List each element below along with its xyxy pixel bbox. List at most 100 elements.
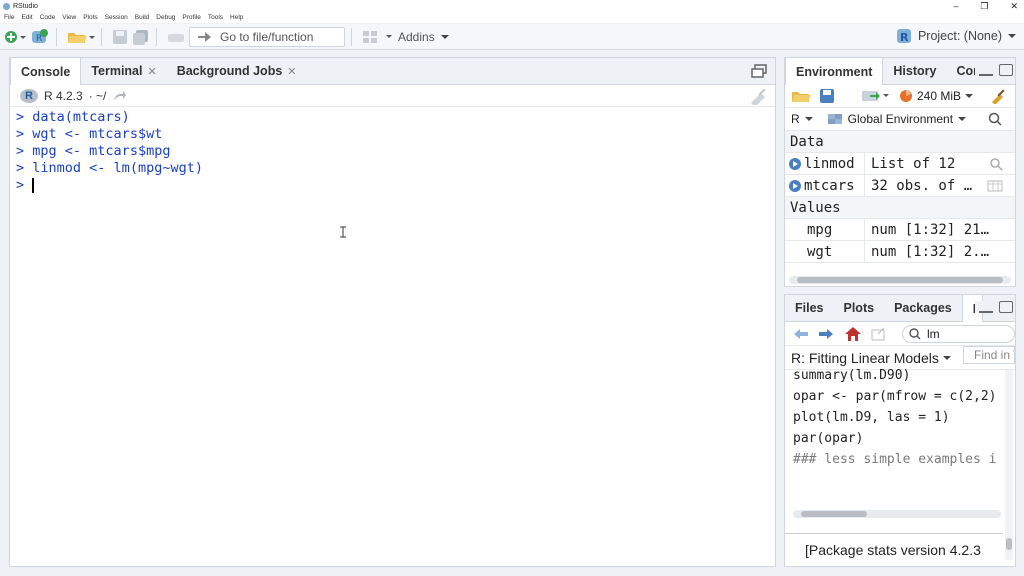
search-icon[interactable]	[988, 112, 1002, 126]
find-in-topic-input[interactable]: Find in T	[963, 346, 1015, 364]
home-icon[interactable]	[844, 326, 861, 342]
tab-terminal[interactable]: Terminal ✕	[81, 58, 166, 84]
open-file-button[interactable]	[67, 27, 95, 47]
values-section-header: Values	[785, 197, 1015, 219]
scrollbar-thumb[interactable]	[797, 277, 1003, 283]
arrow-right-icon	[198, 31, 211, 42]
menu-file[interactable]: File	[4, 14, 14, 21]
chevron-down-icon	[942, 355, 951, 360]
help-search-input[interactable]: lm	[901, 324, 1015, 343]
memory-pie-icon	[900, 90, 912, 102]
import-dataset-icon[interactable]	[861, 89, 891, 103]
minimize-icon[interactable]: –	[953, 1, 958, 11]
language-selector[interactable]: R	[791, 112, 813, 126]
menu-tools[interactable]: Tools	[208, 14, 223, 21]
tab-environment[interactable]: Environment	[785, 58, 884, 85]
minimize-pane-icon[interactable]	[979, 64, 993, 76]
save-button[interactable]	[112, 27, 128, 47]
env-row-mtcars[interactable]: mtcars 32 obs. of …	[785, 175, 1015, 197]
console-header: R R 4.2.3 · ~/	[10, 85, 775, 107]
save-workspace-icon[interactable]	[819, 88, 835, 104]
tab-plots[interactable]: Plots	[834, 295, 885, 321]
scrollbar-thumb[interactable]	[1006, 538, 1012, 550]
expand-icon[interactable]	[789, 179, 801, 192]
pane-layout-button[interactable]	[362, 27, 394, 47]
minimize-pane-icon[interactable]	[979, 301, 993, 313]
new-project-button[interactable]: R	[30, 27, 50, 47]
project-selector[interactable]: R Project: (None)	[896, 28, 1016, 44]
search-icon	[909, 327, 921, 339]
close-icon[interactable]: ✕	[147, 65, 156, 78]
menu-build[interactable]: Build	[135, 14, 149, 21]
horizontal-scrollbar[interactable]	[793, 510, 1001, 518]
help-code-line: opar <- par(mfrow = c(2,2)	[793, 389, 997, 404]
new-file-button[interactable]	[4, 27, 26, 47]
load-workspace-icon[interactable]	[791, 89, 811, 103]
menu-code[interactable]: Code	[40, 14, 56, 21]
maximize-pane-icon[interactable]	[999, 64, 1013, 76]
search-icon[interactable]	[989, 157, 1003, 171]
tab-history[interactable]: History	[883, 58, 946, 84]
help-toolbar: lm	[785, 322, 1015, 346]
console-line: > data(mtcars)	[16, 109, 130, 125]
console-tabs: Console Terminal ✕ Background Jobs ✕	[10, 58, 775, 85]
memory-label: 240 MiB	[917, 89, 962, 103]
console-line: > mpg <- mtcars$mpg	[16, 143, 171, 159]
env-row-mpg[interactable]: mpg num [1:32] 21…	[785, 219, 1015, 241]
console-input-line[interactable]: >	[16, 177, 769, 194]
expand-icon[interactable]	[789, 157, 801, 170]
maximize-icon[interactable]: ❐	[980, 1, 988, 12]
console-pane: Console Terminal ✕ Background Jobs ✕ R R 4…	[9, 57, 776, 567]
env-row-wgt[interactable]: wgt num [1:32] 2.…	[785, 241, 1015, 263]
save-all-button[interactable]	[132, 27, 150, 47]
svg-text:R: R	[36, 34, 42, 44]
menu-debug[interactable]: Debug	[156, 14, 175, 21]
menu-profile[interactable]: Profile	[182, 14, 200, 21]
table-view-icon[interactable]	[987, 180, 1003, 192]
menu-help[interactable]: Help	[230, 14, 243, 21]
rstudio-logo-icon	[3, 2, 10, 10]
menu-view[interactable]: View	[62, 14, 76, 21]
arrow-share-icon[interactable]	[112, 90, 127, 102]
horizontal-scrollbar[interactable]	[789, 276, 1011, 284]
tab-packages[interactable]: Packages	[884, 295, 962, 321]
addins-button[interactable]: Addins	[398, 27, 449, 47]
pane-controls	[751, 64, 767, 78]
help-content: summary(lm.D90) opar <- par(mfrow = c(2,…	[785, 365, 1015, 515]
open-folder-icon	[68, 32, 95, 43]
chevron-down-icon	[965, 94, 974, 98]
tab-connections[interactable]: Cor	[946, 58, 978, 84]
addins-label: Addins	[398, 29, 435, 44]
environment-pane: Environment History Cor 240 MiB R Global…	[784, 57, 1016, 287]
tab-background-jobs[interactable]: Background Jobs ✕	[167, 58, 307, 84]
env-row-linmod[interactable]: linmod List of 12	[785, 153, 1015, 175]
help-code-line: ### less simple examples i	[793, 452, 997, 467]
files-tabs: Files Plots Packages H	[785, 295, 1015, 322]
tab-console[interactable]: Console	[10, 58, 82, 85]
close-icon[interactable]: ✕	[287, 65, 296, 78]
back-arrow-icon[interactable]	[793, 328, 808, 340]
restore-pane-icon[interactable]	[751, 64, 767, 78]
maximize-pane-icon[interactable]	[999, 301, 1013, 313]
menu-edit[interactable]: Edit	[21, 14, 32, 21]
help-footer: [Package stats version 4.2.3	[785, 533, 1003, 558]
toolbar-separator	[351, 27, 352, 46]
print-button[interactable]	[167, 27, 185, 47]
go-to-file-input[interactable]: Go to file/function	[189, 26, 345, 47]
scrollbar-thumb[interactable]	[801, 511, 867, 517]
forward-arrow-icon[interactable]	[818, 328, 834, 340]
console-output[interactable]: > data(mtcars) > wgt <- mtcars$wt > mpg …	[10, 107, 775, 196]
memory-usage[interactable]: 240 MiB	[899, 89, 974, 103]
environment-toolbar: 240 MiB	[785, 85, 1015, 108]
popout-window-icon[interactable]	[871, 327, 886, 341]
menu-plots[interactable]: Plots	[83, 14, 97, 21]
vertical-scrollbar[interactable]	[1005, 370, 1013, 560]
menu-session[interactable]: Session	[105, 14, 128, 21]
window-controls: – ❐ ✕	[953, 0, 1018, 12]
scope-selector[interactable]: Global Environment	[827, 112, 967, 126]
broom-clear-icon[interactable]	[989, 88, 1007, 104]
broom-clear-icon[interactable]	[747, 87, 769, 105]
tab-files[interactable]: Files	[785, 295, 834, 321]
close-icon[interactable]: ✕	[1010, 1, 1018, 12]
toolbar-separator	[56, 27, 57, 46]
